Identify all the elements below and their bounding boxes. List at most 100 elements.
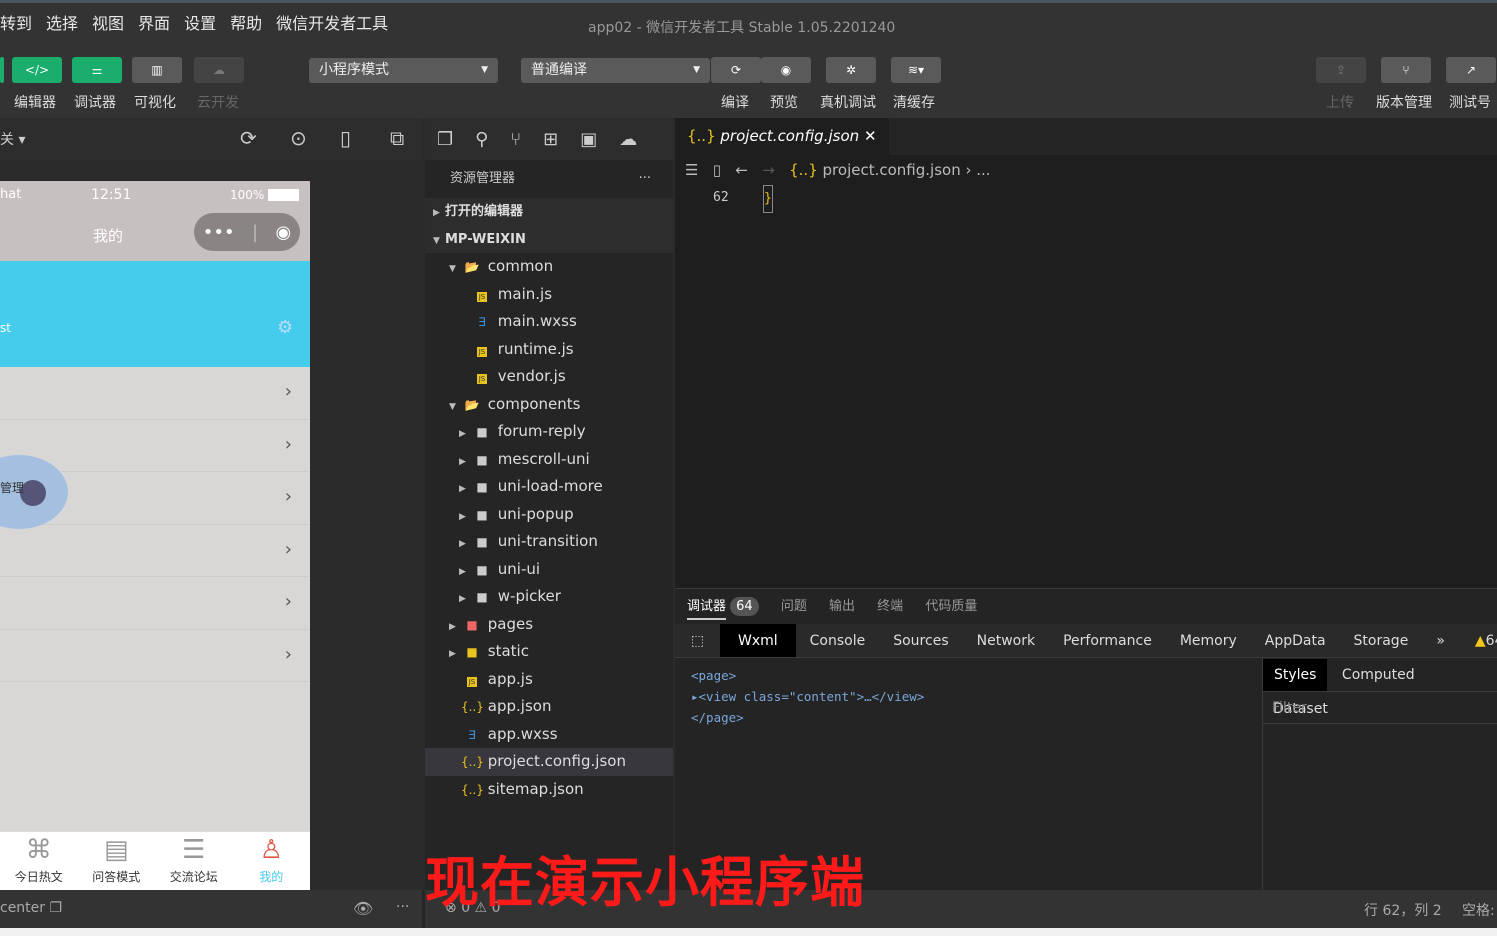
device-debug-button[interactable]: ✲ (826, 57, 876, 83)
inspect-icon[interactable]: ⬚ (675, 624, 720, 657)
more-icon[interactable]: ••• (203, 222, 235, 243)
menu-item[interactable]: 转到 (0, 3, 32, 45)
extensions-icon[interactable]: ⊞ (543, 129, 558, 150)
file-item[interactable]: ▶ ■ uni-ui (425, 556, 673, 584)
tab-mine[interactable]: ♙ 我的 (233, 832, 311, 891)
upload-button[interactable]: ⇪ (1316, 57, 1366, 83)
more-tabs-button[interactable]: » (1422, 624, 1459, 657)
compile-mode-select[interactable]: 普通编译 ▼ (521, 58, 710, 83)
tab-qa[interactable]: ▤ 问答模式 (78, 832, 156, 891)
file-item[interactable]: ▶ ■ static (425, 638, 673, 666)
file-item[interactable]: ▶ ■ uni-load-more (425, 473, 673, 501)
tab-code-quality[interactable]: 代码质量 (925, 599, 977, 614)
bookmark-icon[interactable]: ▯ (713, 161, 721, 179)
file-item[interactable]: ▶ ■ w-picker (425, 583, 673, 611)
refresh-icon[interactable]: ⟳ (240, 126, 257, 150)
editor-toggle-button[interactable]: </> (12, 57, 62, 83)
network-select[interactable]: 关 ▾ (0, 129, 25, 149)
menu-item[interactable]: 微信开发者工具 (276, 3, 388, 45)
devtab[interactable]: Console (796, 624, 880, 657)
close-target-icon[interactable]: ◉ (276, 222, 292, 243)
more-icon[interactable]: ··· (396, 899, 409, 915)
file-item[interactable]: JS app.js (425, 666, 673, 694)
files-icon[interactable]: ❐ (437, 129, 453, 150)
file-item[interactable]: {..} app.json (425, 693, 673, 721)
wxml-node[interactable]: </page> (691, 707, 924, 728)
page-path[interactable]: center ❐ (0, 900, 62, 916)
tab-terminal[interactable]: 终端 (877, 599, 903, 614)
settings-icon[interactable]: ⚙ (277, 317, 293, 338)
file-item[interactable]: {..} sitemap.json (425, 776, 673, 804)
file-item[interactable]: ∃ app.wxss (425, 721, 673, 749)
windows-icon[interactable]: ⧉ (390, 126, 404, 150)
cursor-position[interactable]: 行 62，列 2 (1364, 900, 1442, 920)
menu-row[interactable]: › 管理 (0, 455, 310, 529)
devtab[interactable]: Network (963, 624, 1049, 657)
warning-count[interactable]: ▲64 (1459, 624, 1497, 657)
phone-icon[interactable]: ▯ (340, 126, 351, 150)
simulator-toggle[interactable] (0, 57, 4, 83)
cloud-button[interactable]: ☁ (194, 57, 244, 83)
file-item[interactable]: ▶ ■ mescroll-uni (425, 446, 673, 474)
file-item[interactable]: JS runtime.js (425, 336, 673, 364)
preview-button[interactable]: ◉ (761, 57, 811, 83)
wxml-node[interactable]: ▸<view class="content">…</view> (691, 686, 924, 707)
visual-button[interactable]: ▥ (132, 57, 182, 83)
code-line[interactable]: 62 } (675, 185, 1497, 213)
menu-item[interactable]: 视图 (92, 3, 124, 45)
editor-tab[interactable]: {..} project.config.json ✕ (675, 118, 889, 155)
devtab[interactable]: Memory (1166, 624, 1251, 657)
menu-row[interactable]: › (0, 525, 310, 577)
eye-icon[interactable]: 👁︎ (353, 899, 373, 918)
filter-input[interactable]: Filter (1263, 692, 1497, 724)
wxml-node[interactable]: <page> (691, 665, 924, 686)
file-item[interactable]: ▶ ■ uni-transition (425, 528, 673, 556)
file-item[interactable]: JS vendor.js (425, 363, 673, 391)
menu-item[interactable]: 界面 (138, 3, 170, 45)
file-item[interactable]: ▶ ■ pages (425, 611, 673, 639)
stop-icon[interactable]: ⊙ (290, 126, 307, 150)
devtab[interactable]: Storage (1340, 624, 1423, 657)
menu-item[interactable]: 选择 (46, 3, 78, 45)
menu-row[interactable]: › (0, 630, 310, 682)
file-item[interactable]: ▶ ■ forum-reply (425, 418, 673, 446)
save-icon[interactable]: ▣ (580, 129, 597, 150)
file-item[interactable]: ▼ 📂 components (425, 391, 673, 419)
file-item[interactable]: ∃ main.wxss (425, 308, 673, 336)
devtab[interactable]: Performance (1049, 624, 1166, 657)
back-icon[interactable]: ← (735, 161, 748, 179)
tab-forum[interactable]: ☰ 交流论坛 (155, 832, 233, 891)
clear-cache-button[interactable]: ≋▾ (891, 57, 941, 83)
version-button[interactable]: ⑂ (1381, 57, 1431, 83)
tab-computed[interactable]: Computed (1332, 667, 1425, 683)
menu-item[interactable]: 帮助 (230, 3, 262, 45)
devtab[interactable]: AppData (1251, 624, 1340, 657)
menu-row[interactable]: › (0, 577, 310, 630)
tab-problems[interactable]: 问题 (781, 599, 807, 614)
forward-icon[interactable]: → (762, 161, 775, 179)
docker-icon[interactable]: ☁ (619, 129, 637, 150)
test-account-button[interactable]: ↗ (1446, 57, 1496, 83)
tab-styles[interactable]: Styles (1263, 659, 1328, 691)
search-icon[interactable]: ⚲ (475, 129, 488, 150)
tab-hot[interactable]: ⌘ 今日热文 (0, 832, 78, 891)
devtab[interactable]: Wxml (720, 624, 796, 657)
more-button[interactable]: ··· (639, 160, 651, 198)
file-item[interactable]: {..} project.config.json (425, 748, 673, 776)
file-item[interactable]: JS main.js (425, 281, 673, 309)
list-icon[interactable]: ☰ (685, 161, 698, 179)
root-folder[interactable]: ▼ MP-WEIXIN (425, 225, 673, 253)
tab-debugger[interactable]: 调试器 (687, 599, 727, 620)
devtab[interactable]: Sources (879, 624, 962, 657)
file-item[interactable]: ▼ 📂 common (425, 253, 673, 281)
file-item[interactable]: ▶ ■ uni-popup (425, 501, 673, 529)
menu-item[interactable]: 设置 (184, 3, 216, 45)
indent-setting[interactable]: 空格: (1462, 900, 1495, 920)
menu-row[interactable]: › (0, 367, 310, 420)
compile-button[interactable]: ⟳ (711, 57, 761, 83)
capsule-menu[interactable]: ••• | ◉ (194, 213, 300, 251)
mode-select[interactable]: 小程序模式 ▼ (309, 58, 498, 83)
close-icon[interactable]: ✕ (864, 127, 877, 145)
tab-output[interactable]: 输出 (829, 599, 855, 614)
git-icon[interactable]: ⑂ (510, 129, 521, 150)
